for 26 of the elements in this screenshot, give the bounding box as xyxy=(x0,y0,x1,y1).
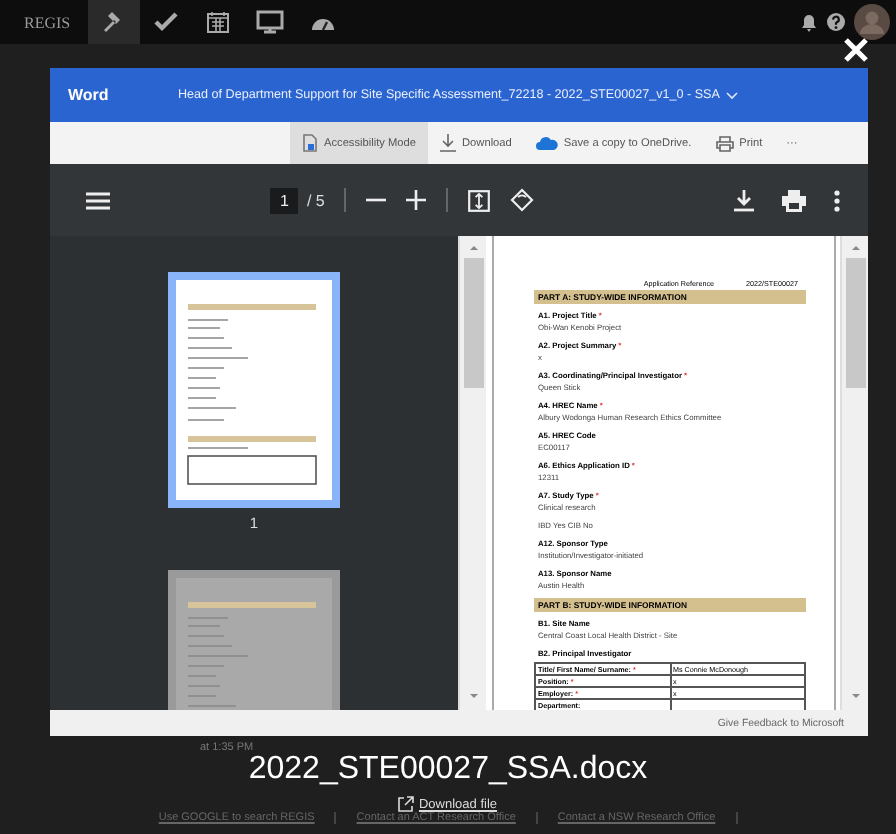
page-number-field[interactable]: 1 xyxy=(270,187,299,213)
page-count: / 5 xyxy=(306,191,325,209)
page-thumbnail[interactable] xyxy=(168,272,340,508)
gavel-icon[interactable] xyxy=(88,0,140,44)
print-icon xyxy=(715,135,734,151)
external-link-icon xyxy=(398,796,415,812)
fit-page-icon[interactable] xyxy=(468,189,491,211)
download-icon[interactable] xyxy=(734,189,754,211)
document-icon xyxy=(302,134,318,152)
rotate-icon[interactable] xyxy=(510,188,535,212)
bell-icon[interactable] xyxy=(800,12,818,32)
download-icon xyxy=(440,134,457,152)
file-name: 2022_STE00027_SSA.docx xyxy=(246,752,650,788)
logo[interactable]: REGIS xyxy=(24,13,88,31)
print-icon[interactable] xyxy=(782,189,806,211)
cloud-icon xyxy=(535,136,558,150)
menu-icon[interactable] xyxy=(86,191,110,209)
scrollbar[interactable] xyxy=(840,236,868,710)
chevron-down-icon[interactable] xyxy=(725,91,738,99)
help-icon[interactable] xyxy=(826,12,846,32)
more-icon[interactable] xyxy=(834,189,840,211)
zoom-in-icon[interactable] xyxy=(406,190,427,210)
close-icon[interactable] xyxy=(844,38,868,62)
avatar-icon[interactable] xyxy=(854,4,890,40)
app-name: Word xyxy=(68,86,111,104)
scrollbar[interactable] xyxy=(458,236,486,710)
